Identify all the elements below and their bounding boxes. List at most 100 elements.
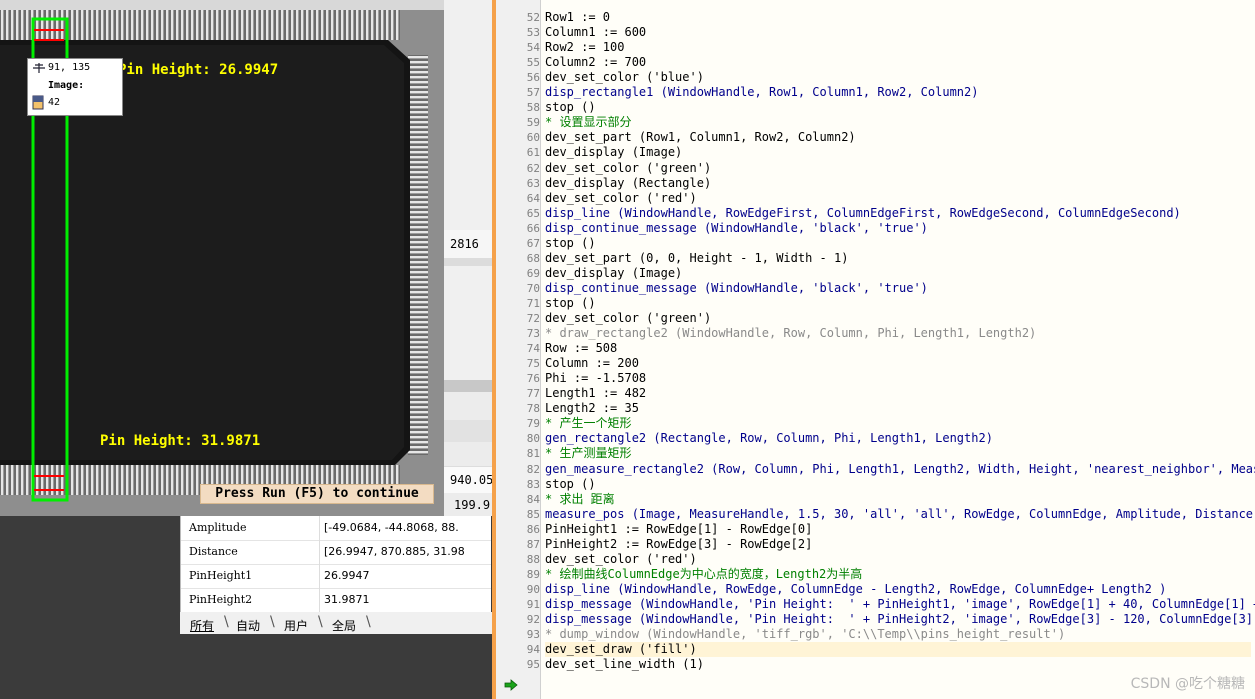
line-number: 84 [526,493,540,506]
variable-tabs: 所有 \ 自动 \ 用户 \ 全局 \ [180,612,492,634]
pixel-image-label: Image: [48,80,85,91]
code-line[interactable]: Column2 := 700 [545,55,646,70]
code-line[interactable]: dev_set_part (Row1, Column1, Row2, Colum… [545,130,856,145]
continue-message: Press Run (F5) to continue [200,484,434,504]
variable-value: [26.9947, 870.885, 31.98 [324,545,465,558]
line-number: 52 [526,11,540,24]
line-number: 57 [526,86,540,99]
pixel-coords: 91, 135 [48,62,91,73]
code-line[interactable]: stop () [545,477,596,492]
line-number: 65 [526,207,540,220]
line-number: 58 [526,101,540,114]
code-line[interactable]: * draw_rectangle2 (WindowHandle, Row, Co… [545,326,1036,341]
line-number: 90 [526,583,540,596]
line-number: 83 [526,478,540,491]
code-line[interactable]: PinHeight2 := RowEdge[3] - RowEdge[2] [545,537,812,552]
pin-height-label-2: Pin Height: 31.9871 [100,433,261,449]
code-line[interactable]: Row1 := 0 [545,10,610,25]
line-number: 95 [526,658,540,671]
line-number: 61 [526,146,540,159]
pixel-info-tooltip: 91, 135 Image: 42 [27,58,123,116]
line-number: 69 [526,267,540,280]
code-line[interactable]: dev_set_line_width (1) [545,657,704,672]
code-line[interactable]: * 绘制曲线ColumnEdge为中心点的宽度，Length2为半高 [545,567,862,582]
variable-name: Amplitude [189,521,247,534]
line-number: 85 [526,508,540,521]
line-number: 86 [526,523,540,536]
code-line[interactable]: PinHeight1 := RowEdge[1] - RowEdge[0] [545,522,812,537]
tab-global[interactable]: 全局 [332,617,356,634]
line-number: 62 [526,162,540,175]
code-line[interactable]: * 产生一个矩形 [545,416,631,431]
code-line[interactable]: dev_set_color ('green') [545,311,711,326]
code-line[interactable]: dev_set_color ('red') [545,552,697,567]
code-line[interactable]: Length2 := 35 [545,401,639,416]
code-line[interactable]: disp_continue_message (WindowHandle, 'bl… [545,221,928,236]
code-line[interactable]: dev_display (Rectangle) [545,176,711,191]
code-line[interactable]: Row := 508 [545,341,617,356]
line-number: 74 [526,342,540,355]
line-number: 82 [526,463,540,476]
program-editor[interactable]: 52 53 54 55 56 57 58 59 60 61 62 63 64 65 66 67 68 69 70 71… [492,0,1255,699]
bg-cell: 2816 [450,237,479,251]
line-number: 94 [526,643,540,656]
variable-table[interactable]: Amplitude [-49.0684, -44.8068, 88. Dista… [180,516,491,613]
code-line[interactable]: * 生产测量矩形 [545,446,631,461]
code-line[interactable]: dev_set_color ('green') [545,161,711,176]
code-line[interactable]: disp_continue_message (WindowHandle, 'bl… [545,281,928,296]
tab-auto[interactable]: 自动 [236,617,260,634]
code-line[interactable]: stop () [545,100,596,115]
line-number: 55 [526,56,540,69]
code-line[interactable]: measure_pos (Image, MeasureHandle, 1.5, … [545,507,1255,522]
code-line[interactable]: Row2 := 100 [545,40,624,55]
code-line[interactable]: gen_rectangle2 (Rectangle, Row, Column, … [545,431,993,446]
code-line[interactable]: disp_line (WindowHandle, RowEdge, Column… [545,582,1166,597]
variable-value: [-49.0684, -44.8068, 88. [324,521,459,534]
code-line[interactable]: Length1 := 482 [545,386,646,401]
watermark: CSDN @吃个糖糖 [1130,676,1245,692]
code-line[interactable]: dev_set_draw ('fill') [545,642,1251,657]
graphics-window[interactable]: Pin Height: 26.9947 Pin Height: 31.9871 … [0,0,445,517]
code-line[interactable]: disp_rectangle1 (WindowHandle, Row1, Col… [545,85,978,100]
code-line[interactable]: * dump_window (WindowHandle, 'tiff_rgb',… [545,627,1065,642]
line-number: 70 [526,282,540,295]
code-line[interactable]: stop () [545,296,596,311]
table-row[interactable]: Distance [26.9947, 870.885, 31.98 [181,540,491,565]
line-number: 53 [526,26,540,39]
code-line[interactable]: * 设置显示部分 [545,115,631,130]
code-line[interactable]: dev_set_color ('red') [545,191,697,206]
code-line[interactable]: Phi := -1.5708 [545,371,646,386]
line-number: 89 [526,568,540,581]
variable-value: 31.9871 [324,593,370,606]
code-line[interactable]: stop () [545,236,596,251]
code-line[interactable]: disp_line (WindowHandle, RowEdgeFirst, C… [545,206,1181,221]
code-line[interactable]: dev_display (Image) [545,266,682,281]
bg-cell: 940.05 [450,473,494,487]
line-number-gutter[interactable]: 52 53 54 55 56 57 58 59 60 61 62 63 64 65 66 67 68 69 70 71… [496,0,541,699]
code-line[interactable]: gen_measure_rectangle2 (Row, Column, Phi… [545,462,1255,477]
variable-value: 26.9947 [324,569,370,582]
code-line[interactable]: Column1 := 600 [545,25,646,40]
variable-name: Distance [189,545,238,558]
code-line[interactable]: disp_message (WindowHandle, 'Pin Height:… [545,612,1255,627]
line-number: 79 [526,417,540,430]
table-row[interactable]: PinHeight1 26.9947 [181,564,491,589]
code-line[interactable]: * 求出 距离 [545,492,615,507]
code-line[interactable]: Column := 200 [545,356,639,371]
code-line[interactable]: dev_set_color ('blue') [545,70,704,85]
table-row[interactable]: PinHeight2 31.9871 [181,588,491,613]
line-number: 87 [526,538,540,551]
tab-user[interactable]: 用户 [284,617,308,634]
line-number: 59 [526,116,540,129]
line-number: 92 [526,613,540,626]
code-line[interactable]: dev_display (Image) [545,145,682,160]
line-number: 67 [526,237,540,250]
tab-all[interactable]: 所有 [190,617,214,634]
line-number: 68 [526,252,540,265]
line-number: 63 [526,177,540,190]
table-row[interactable]: Amplitude [-49.0684, -44.8068, 88. [181,516,491,541]
code-line[interactable]: dev_set_part (0, 0, Height - 1, Width - … [545,251,848,266]
code-line[interactable]: disp_message (WindowHandle, 'Pin Height:… [545,597,1255,612]
line-number: 81 [526,447,540,460]
line-number: 93 [526,628,540,641]
